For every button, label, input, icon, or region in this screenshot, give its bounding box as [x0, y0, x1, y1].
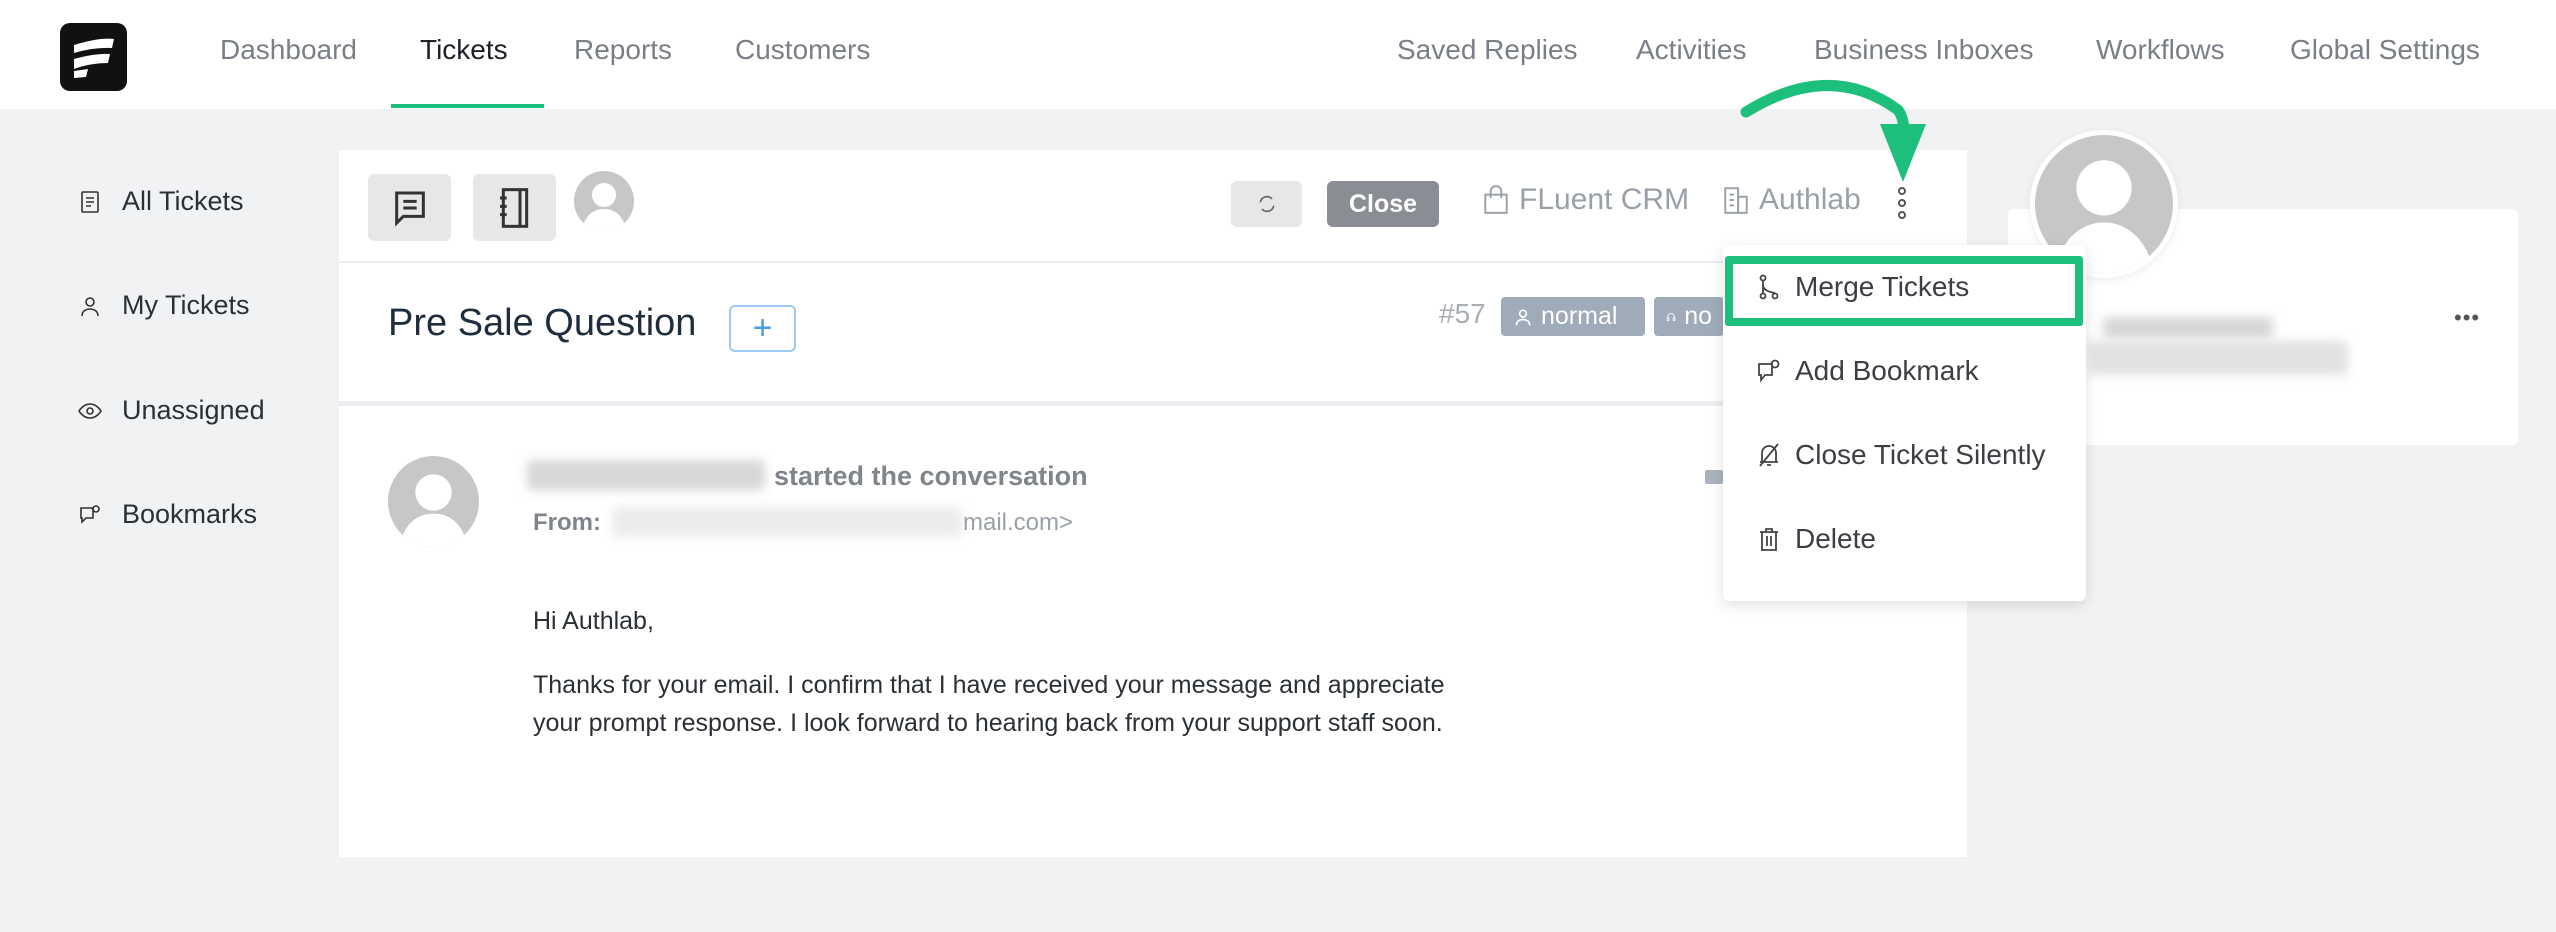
bell-off-icon	[1759, 443, 1779, 467]
agent-avatar[interactable]	[574, 171, 634, 231]
sidebar-item-all-tickets[interactable]: All Tickets	[78, 186, 244, 217]
menu-item-delete[interactable]: Delete	[1757, 523, 1876, 555]
merge-icon	[1759, 274, 1779, 300]
conversation-view-button[interactable]	[368, 174, 451, 241]
shopping-bag-icon	[1484, 185, 1508, 214]
email-suffix: mail.com>	[963, 509, 1074, 536]
customer-name-redacted	[527, 460, 765, 490]
nav-customers[interactable]: Customers	[735, 34, 870, 66]
menu-caret	[1890, 232, 1916, 246]
from-label: From:	[533, 509, 601, 536]
sidebar-item-unassigned[interactable]: Unassigned	[78, 395, 265, 426]
email-icon	[1705, 470, 1723, 484]
plus-icon: +	[752, 309, 773, 347]
product-link[interactable]: FLuent CRM	[1483, 183, 1689, 217]
ticket-actions-menu: Merge Tickets Add Bookmark Close Ticket …	[1723, 245, 2086, 601]
sidebar-item-label: Unassigned	[122, 395, 265, 425]
add-tag-button[interactable]: +	[729, 305, 796, 352]
document-icon	[81, 190, 99, 213]
customer-email-redacted	[2088, 341, 2348, 375]
message-greeting: Hi Authlab,	[533, 607, 654, 635]
notebook-view-button[interactable]	[473, 174, 556, 241]
refresh-icon	[1259, 195, 1274, 213]
refresh-button[interactable]	[1231, 181, 1302, 227]
conversation-action: started the conversation	[774, 461, 1088, 491]
menu-item-add-bookmark[interactable]: Add Bookmark	[1757, 355, 1979, 387]
sidebar-item-bookmarks[interactable]: Bookmarks	[78, 499, 257, 530]
message-body: Thanks for your email. I confirm that I …	[533, 671, 1445, 737]
sidebar-item-label: My Tickets	[122, 290, 250, 320]
chat-icon	[394, 191, 425, 227]
active-tab-indicator	[391, 104, 544, 108]
nav-tickets[interactable]: Tickets	[420, 34, 508, 66]
sidebar-item-label: Bookmarks	[122, 499, 258, 529]
ticket-number: #57	[1439, 298, 1486, 329]
trash-icon	[1760, 528, 1778, 551]
app-logo[interactable]	[60, 23, 127, 91]
nav-reports[interactable]: Reports	[574, 34, 672, 66]
sidebar-item-label: All Tickets	[122, 186, 244, 216]
vertical-dots-icon	[1898, 187, 1906, 219]
ticket-title: Pre Sale Question	[388, 302, 697, 344]
profile-more-button[interactable]: •••	[2454, 305, 2480, 331]
headset-icon	[1666, 312, 1676, 321]
nav-saved-replies[interactable]: Saved Replies	[1397, 34, 1578, 66]
nav-dashboard[interactable]: Dashboard	[220, 34, 357, 66]
client-priority-badge[interactable]: no	[1654, 297, 1724, 336]
customer-avatar	[388, 456, 479, 547]
close-ticket-button[interactable]: Close	[1327, 181, 1439, 227]
nav-workflows[interactable]: Workflows	[2096, 34, 2225, 66]
notebook-icon	[499, 187, 528, 228]
menu-item-close-ticket-silently[interactable]: Close Ticket Silently	[1757, 439, 2046, 471]
sidebar-item-my-tickets[interactable]: My Tickets	[78, 290, 250, 321]
menu-item-merge-tickets[interactable]: Merge Tickets	[1757, 271, 1969, 303]
eye-icon	[78, 402, 102, 419]
top-navigation: Dashboard Tickets Reports Customers Save…	[0, 0, 2556, 109]
more-options-button[interactable]	[1893, 186, 1911, 220]
nav-global-settings[interactable]: Global Settings	[2290, 34, 2480, 66]
priority-badge[interactable]: normal	[1501, 297, 1645, 336]
bookmark-chat-icon	[1758, 359, 1780, 383]
user-icon	[1515, 309, 1531, 325]
annotation-arrow	[1740, 80, 1926, 182]
customer-name-redacted	[2103, 317, 2273, 339]
bookmark-chat-icon	[80, 504, 100, 524]
user-icon	[81, 296, 99, 316]
horizontal-dots-icon: •••	[2454, 305, 2481, 330]
email-redacted	[612, 507, 962, 537]
